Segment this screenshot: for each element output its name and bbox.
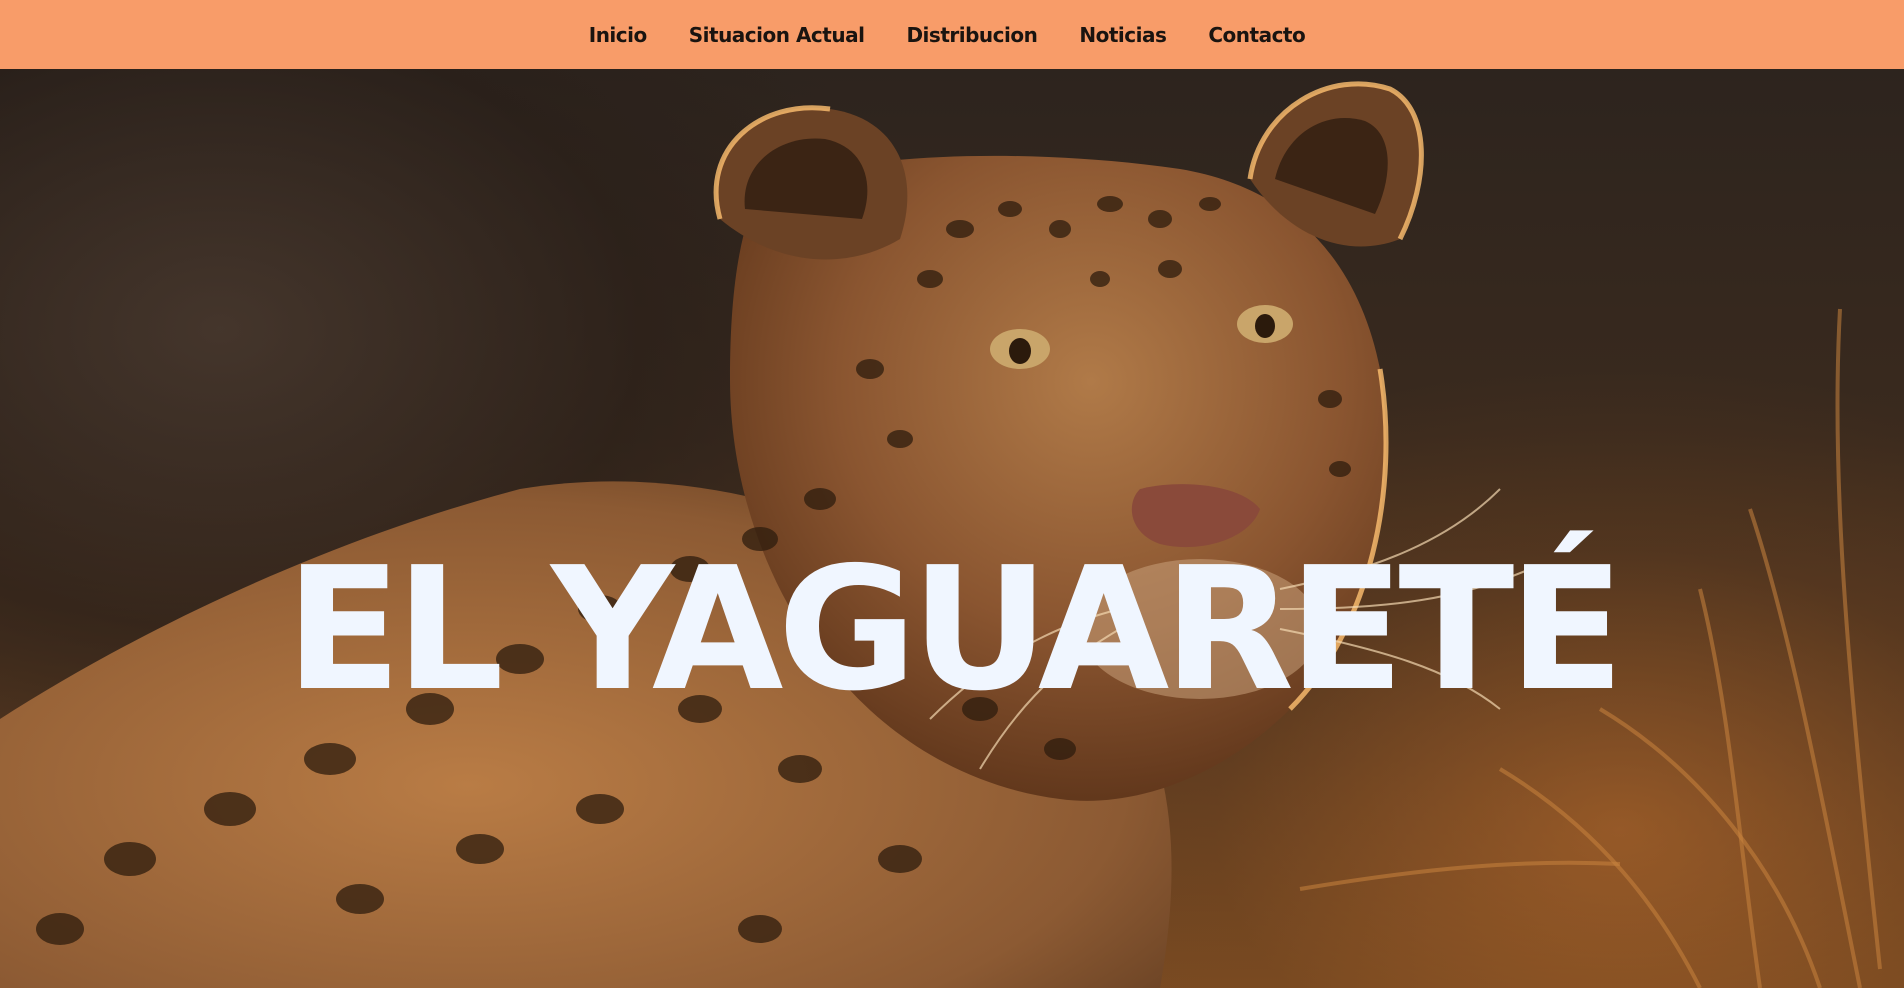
- main-menu: Inicio Situacion Actual Distribucion Not…: [573, 23, 1331, 47]
- hero-title: EL YAGUARETÉ: [285, 531, 1624, 729]
- nav-item: Situacion Actual: [668, 23, 886, 47]
- nav-item: Contacto: [1187, 23, 1326, 47]
- top-navigation-bar: Inicio Situacion Actual Distribucion Not…: [0, 0, 1904, 69]
- nav-link-distribucion[interactable]: Distribucion: [906, 23, 1037, 47]
- nav-link-inicio[interactable]: Inicio: [589, 23, 648, 47]
- nav-item: Distribucion: [885, 23, 1058, 47]
- nav-item: Noticias: [1058, 23, 1187, 47]
- nav-link-noticias[interactable]: Noticias: [1079, 23, 1167, 47]
- nav-link-situacion-actual[interactable]: Situacion Actual: [689, 23, 865, 47]
- nav-link-contacto[interactable]: Contacto: [1208, 23, 1305, 47]
- jaguar-hero-image: [0, 81, 1882, 988]
- hero-section: EL YAGUARETÉ: [0, 69, 1904, 988]
- nav-list: Inicio Situacion Actual Distribucion Not…: [568, 23, 1326, 47]
- nav-item: Inicio: [568, 23, 668, 47]
